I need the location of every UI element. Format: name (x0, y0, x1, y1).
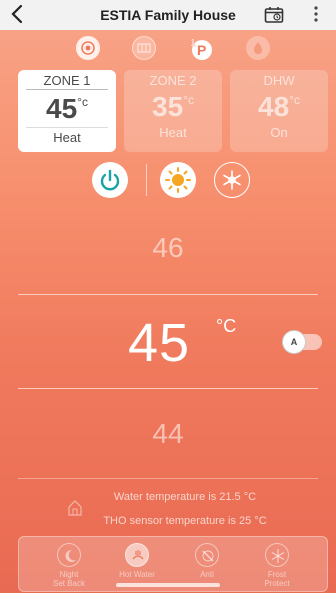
page-title: ESTIA Family House (100, 7, 236, 23)
zone-name: ZONE 1 (26, 73, 108, 90)
bottom-label: Night Set Back (52, 570, 85, 588)
heat-mode-button[interactable] (160, 162, 196, 198)
app-header: ESTIA Family House (0, 0, 336, 30)
anti-bacteria-icon (195, 543, 219, 567)
frost-protect-icon (265, 543, 289, 567)
scroller-divider (18, 294, 318, 295)
auto-label: A (290, 337, 298, 347)
home-indicator[interactable] (116, 583, 220, 587)
zone-mode: Heat (159, 125, 187, 140)
zone-name: DHW (263, 73, 295, 88)
zone-card-dhw[interactable]: DHW 48°c On (230, 70, 328, 152)
power-button[interactable] (92, 162, 128, 198)
zone-mode: Heat (26, 127, 108, 145)
water-temperature-text: Water temperature is 21.5 °C (113, 491, 257, 503)
control-divider (146, 164, 147, 196)
zone-card-zone2[interactable]: ZONE 2 35°c Heat (124, 70, 222, 152)
temperature-option-above[interactable]: 46 (0, 232, 336, 264)
zone-card-zone1[interactable]: ZONE 1 45°c Heat (18, 70, 116, 152)
anti-bacteria-button[interactable]: Anti (177, 543, 237, 579)
zone-temperature: 48°c (258, 91, 300, 122)
zone-cards: ZONE 1 45°c Heat ZONE 2 35°c Heat DHW 48… (18, 70, 330, 152)
night-set-back-button[interactable]: Night Set Back (39, 543, 99, 588)
hot-water-button[interactable]: Hot Water (107, 543, 167, 579)
kebab-menu-icon[interactable] (312, 5, 320, 25)
scroller-divider (18, 478, 318, 479)
auto-toggle-knob[interactable]: A (282, 330, 306, 354)
cool-mode-button[interactable] (214, 162, 250, 198)
bottom-label: Frost Protect (264, 570, 290, 588)
priority-icon[interactable]: P 1 (188, 36, 212, 60)
bottom-label: Anti (200, 570, 214, 579)
calendar-icon[interactable] (264, 6, 284, 24)
svg-text:P: P (197, 42, 206, 58)
water-drop-icon[interactable] (246, 36, 270, 60)
app-screen: ESTIA Family House P 1 ZONE 1 45°c Heat … (0, 0, 336, 593)
zone-temperature: 35°c (152, 91, 194, 122)
temperature-option-below[interactable]: 44 (0, 418, 336, 450)
frost-protect-button[interactable]: Frost Protect (247, 543, 307, 588)
tho-sensor-text: THO sensor temperature is 25 °C (103, 515, 267, 527)
zone-name: ZONE 2 (149, 73, 197, 88)
scroller-divider (18, 388, 318, 389)
current-setpoint[interactable]: 45 (128, 312, 190, 374)
power-icon (100, 169, 120, 191)
moon-icon (57, 543, 81, 567)
bottom-label: Hot Water (119, 570, 155, 579)
snowflake-icon (223, 170, 241, 190)
radiator-icon[interactable] (132, 36, 156, 60)
sun-icon (165, 167, 191, 193)
temperature-unit: °C (216, 316, 237, 336)
svg-text:1: 1 (190, 38, 196, 49)
heat-pump-icon[interactable] (76, 36, 100, 60)
zone-temperature: 45°c (46, 93, 88, 124)
hot-water-icon (125, 543, 149, 567)
zone-mode: On (270, 125, 288, 140)
mode-icons-row: P 1 (0, 36, 336, 62)
